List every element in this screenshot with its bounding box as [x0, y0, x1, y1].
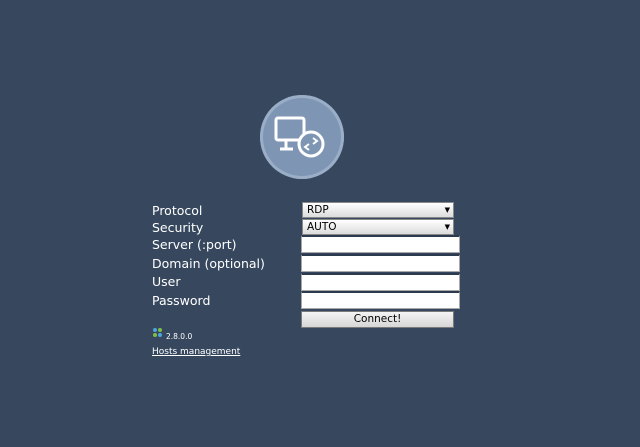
- dropdown-arrow-icon: ▼: [444, 206, 450, 214]
- connect-button[interactable]: Connect!: [301, 311, 454, 328]
- protocol-select-value: RDP: [307, 204, 329, 216]
- protocol-label: Protocol: [152, 203, 203, 218]
- user-input[interactable]: [301, 273, 460, 291]
- server-input[interactable]: [301, 235, 460, 253]
- dropdown-arrow-icon: ▼: [444, 223, 450, 231]
- server-label: Server (:port): [152, 237, 237, 252]
- hosts-management-link[interactable]: Hosts management: [152, 346, 240, 358]
- password-input[interactable]: [301, 291, 460, 309]
- password-label: Password: [152, 293, 211, 308]
- remote-desktop-icon: [260, 95, 344, 179]
- app-version-icon: [153, 328, 162, 337]
- domain-input[interactable]: [301, 254, 460, 272]
- domain-label: Domain (optional): [152, 256, 265, 271]
- security-select[interactable]: AUTO ▼: [302, 219, 454, 235]
- version-number: 2.8.0.0: [166, 332, 193, 341]
- security-select-value: AUTO: [307, 221, 337, 233]
- user-label: User: [152, 274, 181, 289]
- protocol-select[interactable]: RDP ▼: [302, 202, 454, 218]
- security-label: Security: [152, 220, 204, 235]
